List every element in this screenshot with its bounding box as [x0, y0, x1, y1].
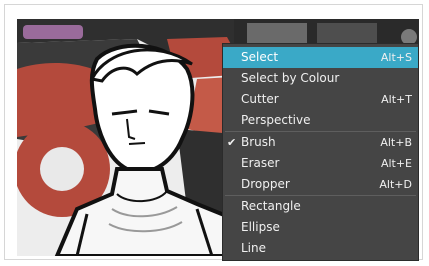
menu-item-label: Dropper — [241, 177, 290, 191]
menu-item-perspective[interactable]: Perspective — [223, 110, 418, 131]
menu-item-shortcut: Alt+D — [379, 178, 412, 191]
menu-item-label: Perspective — [241, 113, 311, 127]
checkmark-icon: ✔ — [227, 136, 237, 149]
menu-item-label: Cutter — [241, 92, 279, 106]
menu-item-shortcut: Alt+S — [380, 51, 412, 64]
menu-group-selection: Select Alt+S Select by Colour Cutter Alt… — [223, 47, 418, 131]
menu-item-label: Eraser — [241, 156, 280, 170]
menu-item-label: Rectangle — [241, 199, 301, 213]
menu-item-label: Select by Colour — [241, 71, 340, 85]
menu-item-label: Brush — [241, 135, 276, 149]
menu-group-drawing: ✔ Brush Alt+B Eraser Alt+E Dropper Alt+D — [223, 132, 418, 195]
menu-item-eraser[interactable]: Eraser Alt+E — [223, 153, 418, 174]
menu-item-select[interactable]: Select Alt+S — [223, 47, 418, 68]
menu-item-line[interactable]: Line — [223, 238, 418, 259]
screenshot-frame: Select Alt+S Select by Colour Cutter Alt… — [4, 4, 423, 261]
menu-item-rectangle[interactable]: Rectangle — [223, 196, 418, 217]
menu-item-label: Ellipse — [241, 220, 280, 234]
tool-context-menu: Select Alt+S Select by Colour Cutter Alt… — [222, 43, 419, 261]
menu-item-brush[interactable]: ✔ Brush Alt+B — [223, 132, 418, 153]
menu-item-ellipse[interactable]: Ellipse — [223, 217, 418, 238]
menu-group-shapes: Rectangle Ellipse Line — [223, 196, 418, 259]
menu-item-shortcut: Alt+T — [381, 93, 412, 106]
menu-item-shortcut: Alt+E — [380, 157, 412, 170]
menu-item-label: Select — [241, 50, 279, 64]
menu-item-select-by-colour[interactable]: Select by Colour — [223, 68, 418, 89]
menu-item-label: Line — [241, 241, 267, 255]
menu-item-shortcut: Alt+B — [380, 136, 412, 149]
menu-item-dropper[interactable]: Dropper Alt+D — [223, 174, 418, 195]
menu-item-cutter[interactable]: Cutter Alt+T — [223, 89, 418, 110]
